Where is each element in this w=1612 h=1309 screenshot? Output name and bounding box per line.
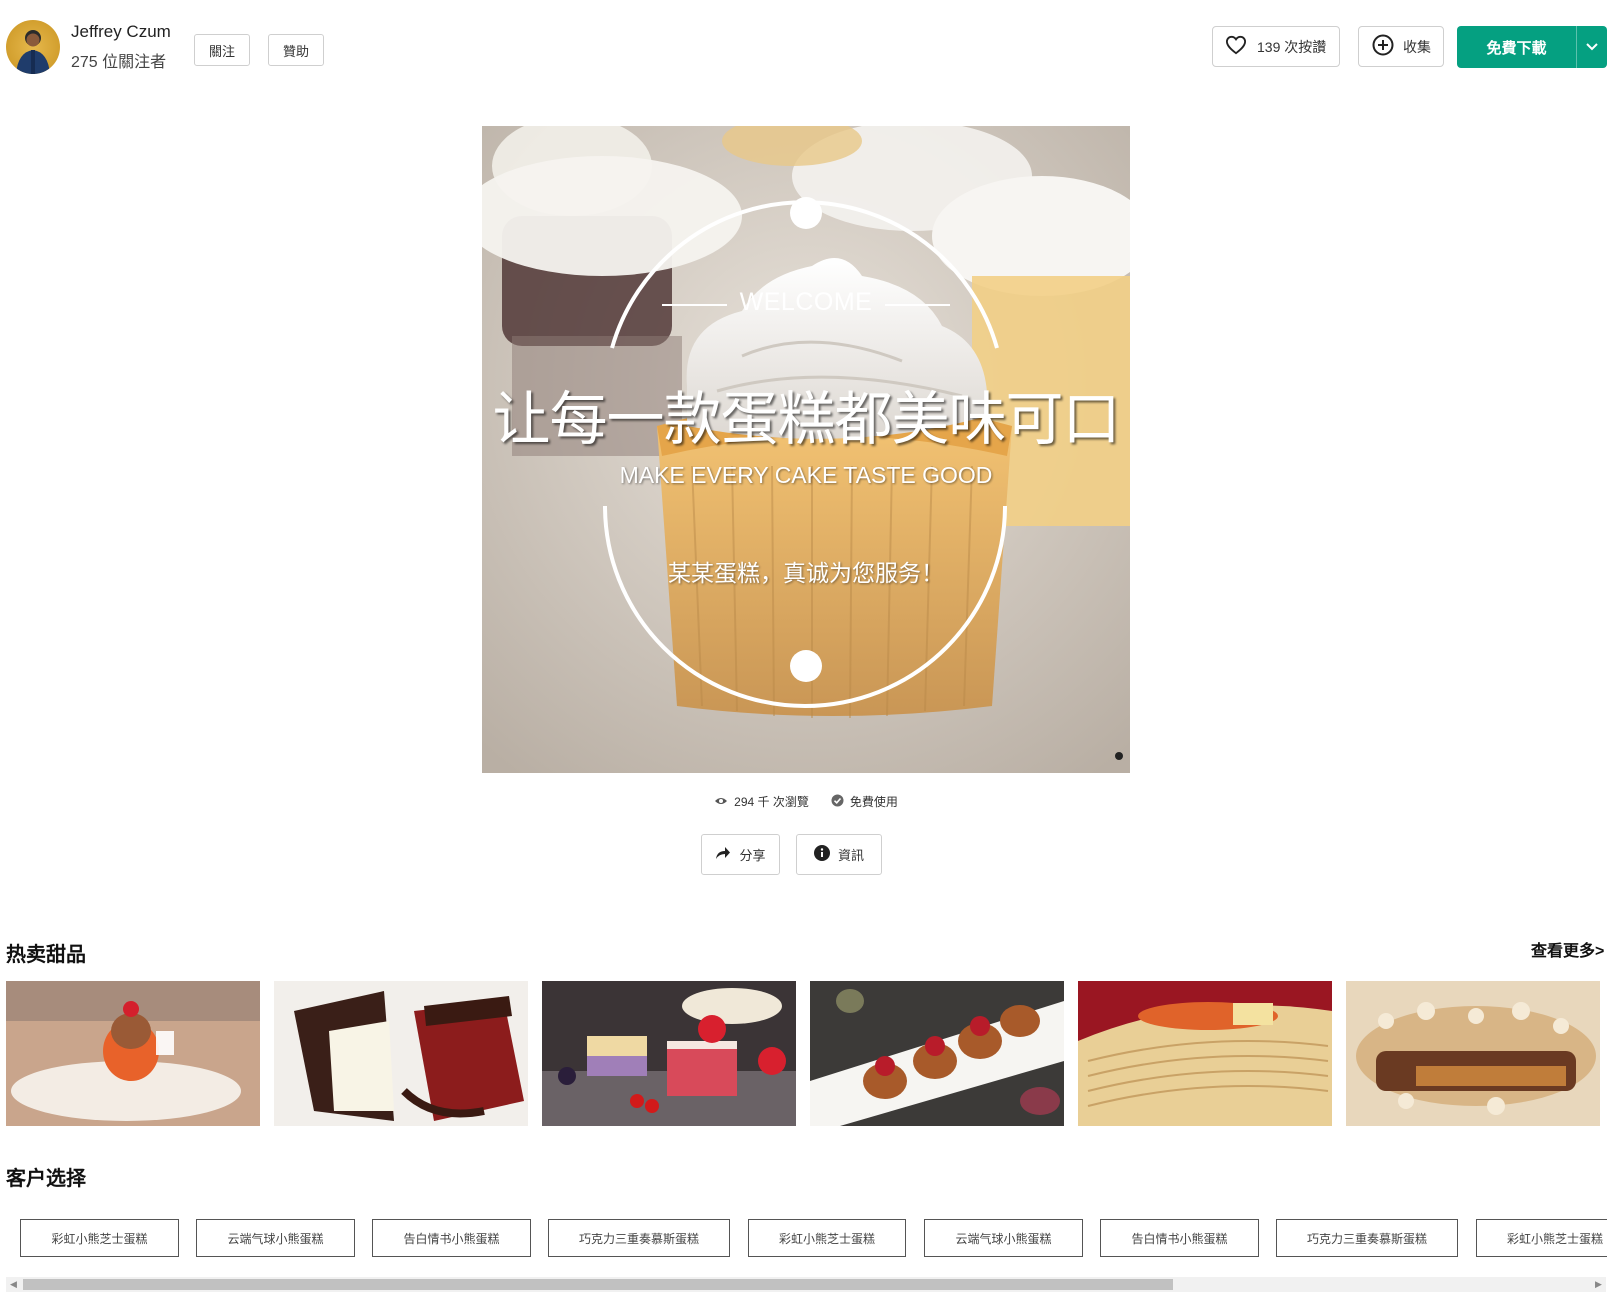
product-tag[interactable]: 巧克力三重奏慕斯蛋糕 [548, 1219, 730, 1257]
info-label: 資訊 [837, 848, 864, 863]
license-label: 免費使用 [849, 795, 898, 809]
support-button[interactable]: 贊助 [268, 34, 324, 66]
free-download-button[interactable]: 免費下載 [1457, 26, 1607, 68]
download-label[interactable]: 免費下載 [1457, 26, 1576, 68]
hero-title: 让每一款蛋糕都美味可口 [492, 385, 1120, 453]
plus-circle-icon [1372, 34, 1394, 59]
scrollbar-thumb[interactable] [23, 1279, 1173, 1290]
product-tag[interactable]: 告白情书小熊蛋糕 [1100, 1219, 1259, 1257]
check-badge-icon [831, 794, 844, 810]
heart-icon [1225, 35, 1247, 58]
see-more-link[interactable]: 查看更多> [1531, 937, 1604, 961]
follow-button[interactable]: 關注 [194, 34, 250, 66]
product-tag[interactable]: 彩虹小熊芝士蛋糕 [20, 1219, 179, 1257]
product-tag[interactable]: 彩虹小熊芝士蛋糕 [748, 1219, 906, 1257]
share-button[interactable]: 分享 [701, 834, 780, 875]
dessert-thumbnail[interactable] [6, 981, 260, 1126]
scroll-left-icon[interactable]: ◀ [6, 1277, 21, 1292]
eye-icon [714, 795, 728, 809]
customer-choice-heading: 客户选择 [6, 1168, 86, 1190]
scroll-right-icon[interactable]: ▶ [1591, 1277, 1606, 1292]
product-tag[interactable]: 彩虹小熊芝士蛋糕 [1476, 1219, 1607, 1257]
hero-slogan: 某某蛋糕，真诚为您服务！ [668, 560, 944, 586]
like-button[interactable]: 139 次按讚 [1212, 26, 1340, 67]
hero-image: WELCOME 让每一款蛋糕都美味可口 MAKE EVERY CAKE TAST… [482, 126, 1130, 773]
info-icon [813, 845, 830, 864]
author-name[interactable]: Jeffrey Czum [71, 22, 171, 42]
chevron-down-icon[interactable] [1577, 26, 1607, 68]
collect-label: 收集 [1403, 38, 1431, 55]
dessert-thumbnail[interactable] [1346, 981, 1600, 1126]
image-stats: 294 千 次瀏覽 免費使用 [0, 793, 1612, 810]
dessert-thumbnail[interactable] [810, 981, 1064, 1126]
like-count: 139 次按讚 [1257, 38, 1327, 55]
dessert-thumbnail[interactable] [274, 981, 528, 1126]
follower-count: 275 位關注者 [71, 54, 167, 71]
horizontal-scrollbar[interactable]: ◀ ▶ [6, 1277, 1606, 1292]
product-tag[interactable]: 巧克力三重奏慕斯蛋糕 [1276, 1219, 1458, 1257]
dessert-thumbnail[interactable] [542, 981, 796, 1126]
dessert-thumbnail[interactable] [1078, 981, 1332, 1126]
collect-button[interactable]: 收集 [1358, 26, 1444, 67]
share-arrow-icon [715, 846, 731, 863]
avatar[interactable] [6, 20, 60, 74]
product-tag[interactable]: 告白情书小熊蛋糕 [372, 1219, 531, 1257]
info-button[interactable]: 資訊 [796, 834, 882, 875]
hero-welcome-text: WELCOME [739, 288, 873, 316]
hot-desserts-heading: 热卖甜品 [6, 944, 86, 966]
hero-subtitle: MAKE EVERY CAKE TASTE GOOD [619, 462, 993, 488]
product-tag[interactable]: 云端气球小熊蛋糕 [196, 1219, 355, 1257]
view-count: 294 千 次瀏覽 [734, 795, 809, 809]
product-tag[interactable]: 云端气球小熊蛋糕 [924, 1219, 1083, 1257]
share-label: 分享 [739, 848, 766, 863]
